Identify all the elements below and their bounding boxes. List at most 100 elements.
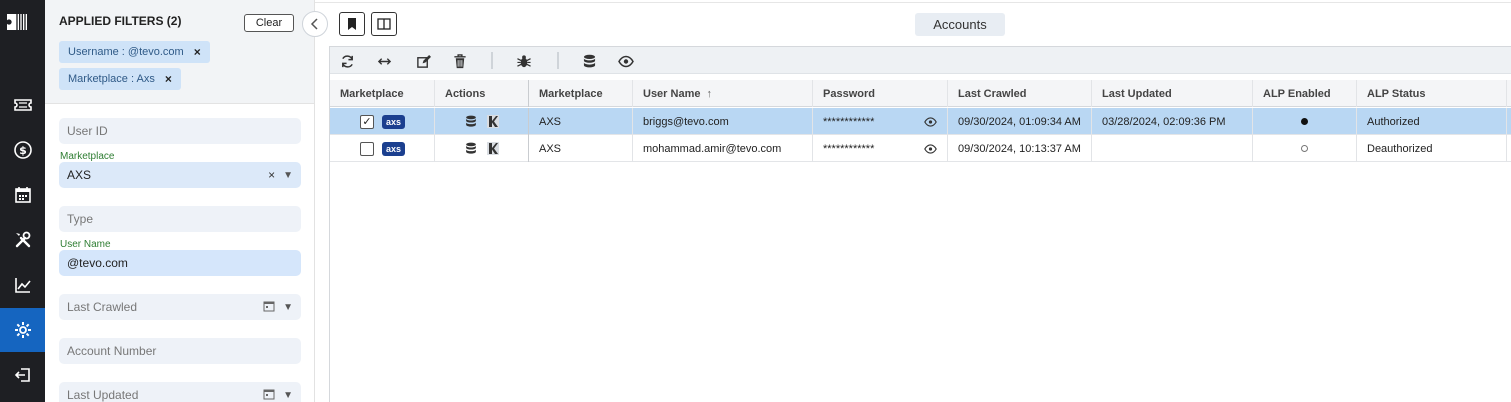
column-header-password[interactable]: Password [813, 80, 948, 107]
last-updated-field[interactable]: Last Updated ▼ [59, 382, 301, 402]
user-name-label: User Name [60, 239, 111, 250]
alp-enabled-indicator [1301, 118, 1308, 125]
filter-chip-username: Username : @tevo.com × [59, 41, 210, 63]
remove-chip-icon[interactable]: × [194, 45, 201, 59]
type-field[interactable]: Type [59, 206, 301, 232]
actions-cell [435, 108, 529, 135]
user-id-placeholder: User ID [67, 124, 108, 138]
ticket-icon[interactable] [0, 83, 45, 127]
password-cell: ************ [813, 135, 948, 162]
chart-icon[interactable] [0, 263, 45, 307]
applied-filters-section: APPLIED FILTERS (2) Clear Username : @te… [45, 0, 314, 104]
marketplace-cell: axs [330, 135, 435, 162]
filter-panel: APPLIED FILTERS (2) Clear Username : @te… [45, 0, 315, 402]
clear-value-icon[interactable]: × [268, 168, 275, 182]
app: $ APPLIED FILTERS (2) Clear Username : @… [0, 0, 1511, 402]
axs-logo-badge: axs [382, 114, 405, 129]
marketplace-label: Marketplace [60, 151, 115, 162]
column-header-marketplace-2[interactable]: Marketplace [529, 80, 633, 107]
column-header-marketplace[interactable]: Marketplace [330, 80, 435, 107]
actions-cell [435, 135, 529, 162]
row-checkbox[interactable]: ✓ [360, 114, 374, 129]
type-placeholder: Type [67, 212, 94, 226]
row-checkbox[interactable] [360, 141, 374, 156]
show-password-icon[interactable] [924, 143, 937, 154]
column-header-last-crawled[interactable]: Last Crawled [948, 80, 1092, 107]
split-view-button[interactable] [371, 12, 397, 36]
alp-enabled-cell [1253, 108, 1357, 135]
grid-toolbar [330, 47, 1511, 74]
chevron-down-icon[interactable]: ▼ [283, 390, 293, 401]
toolbar-separator [491, 52, 493, 69]
refresh-icon[interactable] [337, 51, 357, 71]
password-value: ************ [823, 115, 875, 128]
filter-chip-label: Username : @tevo.com [68, 46, 184, 58]
chevron-down-icon[interactable]: ▼ [283, 302, 293, 313]
settings-icon[interactable] [0, 308, 45, 352]
remove-chip-icon[interactable]: × [165, 72, 172, 86]
table-row[interactable]: axs AXS mohammad.amir@tevo.com *********… [330, 135, 1511, 162]
alp-status-value: Authorized [1357, 108, 1507, 135]
database-icon[interactable] [579, 51, 599, 71]
database-icon[interactable] [465, 115, 477, 128]
last-crawled-field[interactable]: Last Crawled ▼ [59, 294, 301, 320]
kaspersky-icon[interactable] [487, 142, 499, 155]
alp-enabled-cell [1253, 135, 1357, 162]
eye-icon[interactable] [616, 51, 636, 71]
left-nav-rail: $ [0, 0, 45, 402]
calendar-icon[interactable] [263, 300, 275, 315]
account-number-field[interactable]: Account Number [59, 338, 301, 364]
tab-accounts[interactable]: Accounts [915, 13, 1005, 36]
kaspersky-icon[interactable] [487, 115, 499, 128]
accounts-grid: Marketplace Actions Marketplace User Nam… [329, 46, 1511, 402]
show-password-icon[interactable] [924, 116, 937, 127]
user-name-value: @tevo.com [67, 256, 128, 270]
chevron-down-icon[interactable]: ▼ [283, 170, 293, 181]
filter-chip-marketplace: Marketplace : Axs × [59, 68, 181, 90]
calendar-icon[interactable] [0, 173, 45, 217]
column-header-last-updated[interactable]: Last Updated [1092, 80, 1253, 107]
chevron-left-icon [310, 18, 318, 30]
column-header-actions[interactable]: Actions [435, 80, 529, 107]
column-header-alp-enabled[interactable]: ALP Enabled [1253, 80, 1357, 107]
applied-filters-title: APPLIED FILTERS (2) [59, 14, 182, 28]
alp-disabled-indicator [1301, 145, 1308, 152]
logout-icon[interactable] [0, 353, 45, 397]
alp-status-value: Deauthorized [1357, 135, 1507, 162]
user-name-header-label: User Name [643, 87, 701, 100]
filter-chip-label: Marketplace : Axs [68, 73, 155, 85]
marketplace-cell: ✓ axs [330, 108, 435, 135]
database-icon[interactable] [465, 142, 477, 155]
collapse-panel-button[interactable] [302, 11, 328, 37]
columns-icon [377, 18, 391, 30]
user-id-field[interactable]: User ID [59, 118, 301, 144]
calendar-icon[interactable] [263, 388, 275, 402]
delete-icon[interactable] [450, 51, 470, 71]
password-value: ************ [823, 142, 875, 155]
grid-header: Marketplace Actions Marketplace User Nam… [330, 80, 1511, 107]
app-logo [6, 12, 37, 42]
clear-filters-button[interactable]: Clear [244, 14, 294, 32]
last-updated-placeholder: Last Updated [67, 388, 139, 402]
bookmark-button[interactable] [339, 12, 365, 36]
dollar-icon[interactable]: $ [0, 128, 45, 172]
svg-text:$: $ [19, 144, 27, 157]
column-header-alp-status[interactable]: ALP Status [1357, 80, 1507, 107]
password-cell: ************ [813, 108, 948, 135]
bookmark-icon [348, 18, 356, 30]
table-row[interactable]: ✓ axs AXS briggs@tevo.com ************ 0… [330, 108, 1511, 135]
tools-icon[interactable] [0, 218, 45, 262]
resize-icon[interactable] [374, 51, 394, 71]
account-number-placeholder: Account Number [67, 344, 157, 358]
column-header-user-name[interactable]: User Name ↑ [633, 80, 813, 107]
marketplace-value: AXS [67, 168, 92, 182]
user-name-field[interactable]: @tevo.com [59, 250, 301, 276]
sort-ascending-icon[interactable]: ↑ [706, 88, 712, 100]
last-crawled-value: 09/30/2024, 10:13:37 AM [948, 135, 1092, 162]
user-name-value: mohammad.amir@tevo.com [633, 135, 813, 162]
marketplace-select[interactable]: AXS × ▼ [59, 162, 301, 188]
edit-icon[interactable] [413, 51, 433, 71]
user-name-value: briggs@tevo.com [633, 108, 813, 135]
marketplace-value: AXS [529, 135, 633, 162]
bug-icon[interactable] [514, 51, 534, 71]
